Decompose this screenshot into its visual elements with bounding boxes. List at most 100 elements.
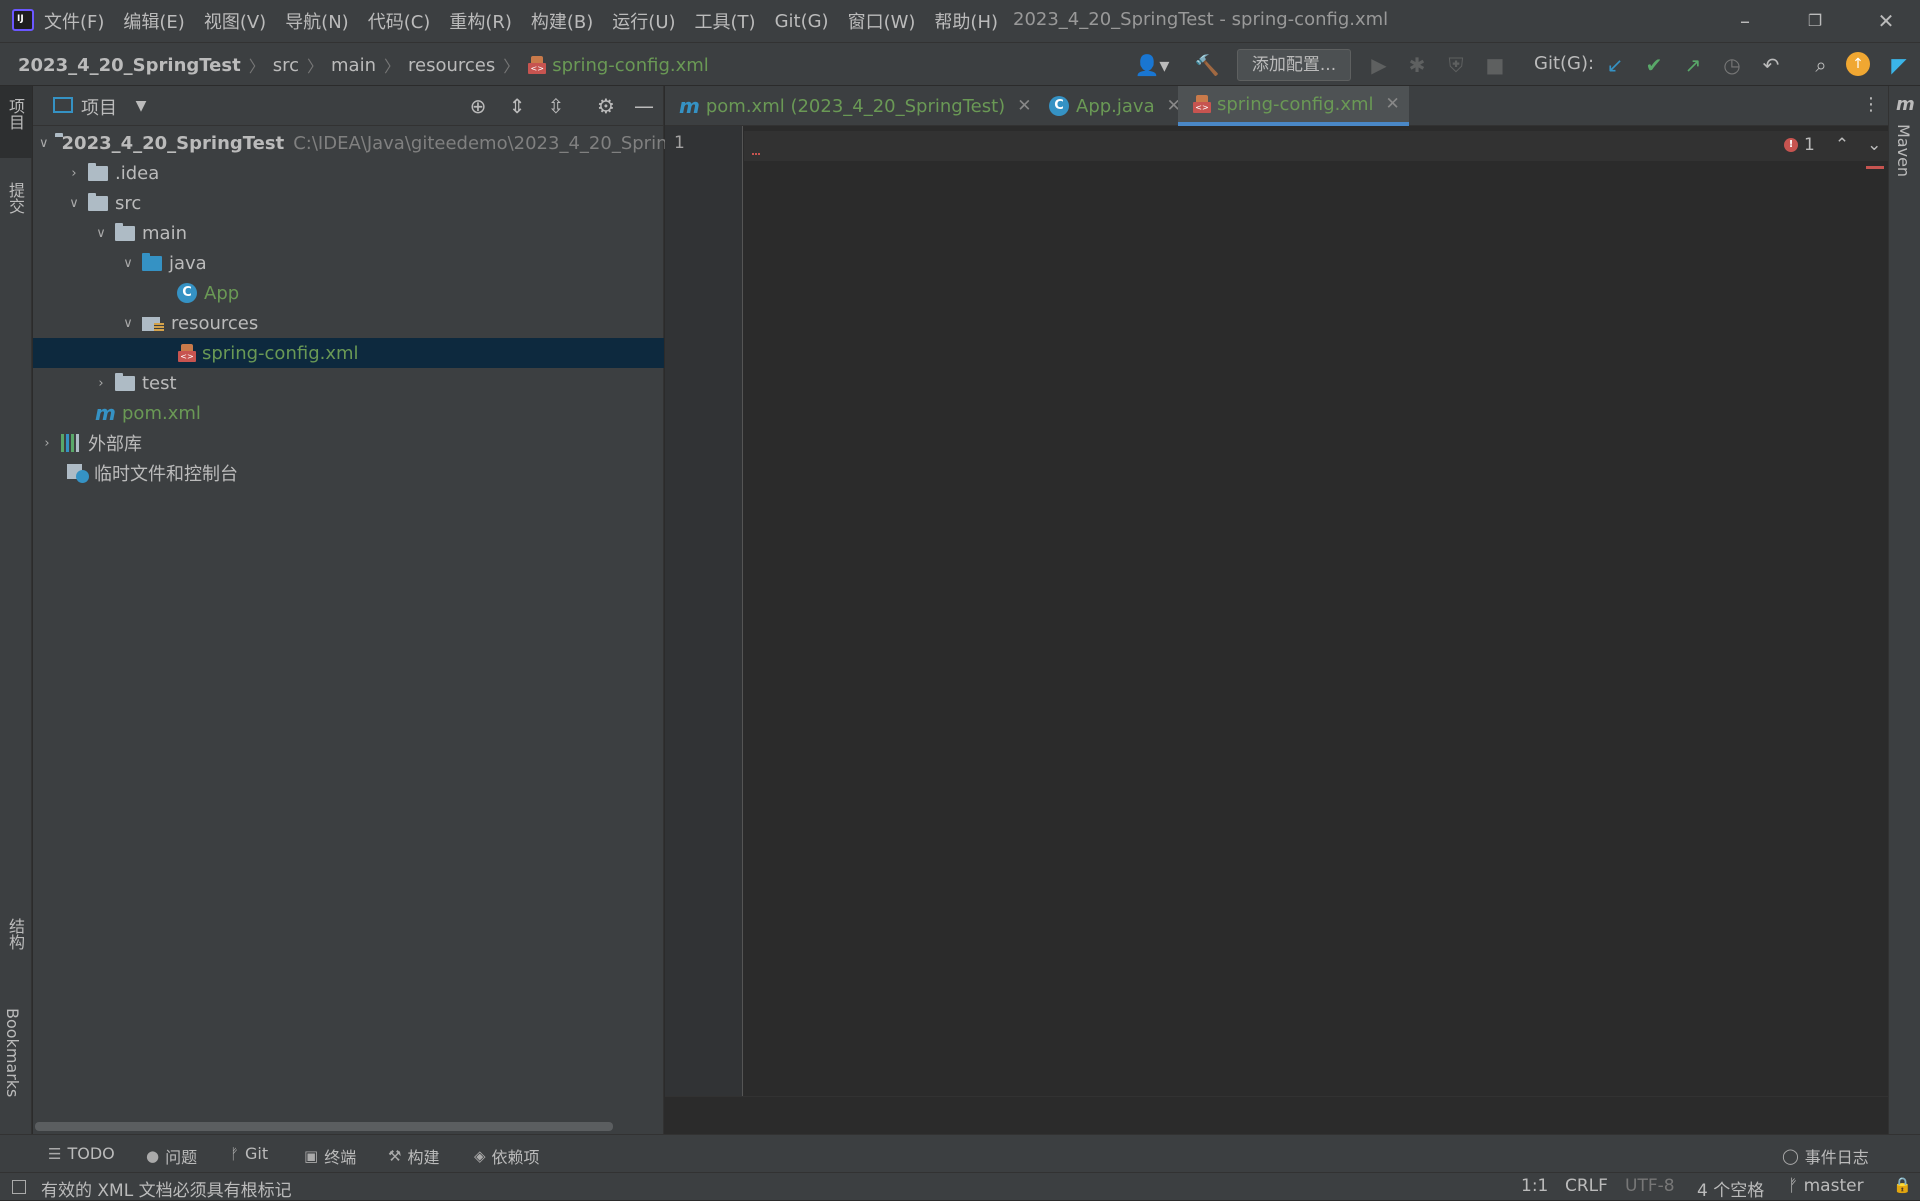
hide-panel-icon[interactable]: — (631, 93, 657, 119)
next-error-icon[interactable]: ⌄ (1867, 135, 1881, 155)
search-icon[interactable]: ⌕ (1808, 52, 1834, 78)
title-bar: IJ 文件(F) 编辑(E) 视图(V) 导航(N) 代码(C) 重构(R) 构… (0, 0, 1920, 42)
event-log-tool-button[interactable]: ◯ 事件日志 (1782, 1144, 1869, 1168)
build-tool-button[interactable]: ⚒ 构建 (388, 1144, 439, 1168)
menu-run[interactable]: 运行(U) (612, 8, 675, 34)
chevron-down-icon[interactable]: ∨ (120, 256, 136, 271)
build-hammer-icon[interactable]: 🔨 (1194, 52, 1220, 78)
breadcrumb-main[interactable]: main (331, 55, 376, 76)
chevron-down-icon[interactable]: ▼ (128, 93, 154, 119)
tree-item-scratches[interactable]: 临时文件和控制台 (33, 458, 664, 488)
breadcrumb-file[interactable]: spring-config.xml (552, 55, 709, 76)
history-icon[interactable]: ◷ (1719, 52, 1745, 78)
update-icon[interactable]: ↑ (1846, 52, 1870, 76)
tree-item-java[interactable]: ∨ java (33, 248, 664, 278)
tab-pom-xml[interactable]: m pom.xml (2023_4_20_SpringTest) ✕ (665, 86, 1031, 126)
tree-item-idea[interactable]: › .idea (33, 158, 664, 188)
collapse-all-icon[interactable]: ⇳ (543, 93, 569, 119)
menu-git[interactable]: Git(G) (775, 11, 829, 32)
tree-item-resources[interactable]: ∨ resources (33, 308, 664, 338)
locate-icon[interactable]: ⊕ (465, 93, 491, 119)
error-stripe-mark[interactable] (1866, 166, 1884, 169)
chevron-right-icon[interactable]: › (39, 436, 55, 451)
git-tool-button[interactable]: ᚠ Git (230, 1144, 268, 1163)
add-configuration-button[interactable]: 添加配置... (1237, 49, 1351, 81)
debug-icon[interactable]: ✱ (1404, 52, 1430, 78)
coverage-icon[interactable]: ⛨ (1443, 52, 1469, 78)
terminal-icon: ▣ (304, 1147, 319, 1165)
more-tabs-icon[interactable]: ⋮ (1862, 94, 1880, 115)
lock-icon[interactable]: 🔒 (1893, 1176, 1912, 1194)
problems-tool-button[interactable]: ● 问题 (146, 1144, 197, 1168)
tree-item-app[interactable]: C App (33, 278, 664, 308)
menu-navigate[interactable]: 导航(N) (285, 8, 349, 34)
close-icon[interactable]: ✕ (1017, 96, 1031, 116)
tree-item-test[interactable]: › test (33, 368, 664, 398)
close-window-icon[interactable]: ✕ (1873, 8, 1899, 34)
tab-app-java[interactable]: C App.java ✕ (1035, 86, 1193, 126)
inspection-widget[interactable]: ! 1 ⌃ ⌄ (1784, 135, 1881, 155)
stop-icon[interactable]: ■ (1482, 52, 1508, 78)
minimize-icon[interactable]: – (1732, 8, 1758, 34)
expand-all-icon[interactable]: ⇕ (504, 93, 530, 119)
project-panel-title[interactable]: 项目 (81, 94, 117, 120)
terminal-tool-button[interactable]: ▣ 终端 (304, 1144, 356, 1168)
chevron-down-icon[interactable]: ∨ (39, 136, 49, 151)
error-count: 1 (1804, 135, 1815, 155)
rollback-icon[interactable]: ↶ (1758, 52, 1784, 78)
horizontal-scrollbar[interactable] (35, 1122, 613, 1131)
bookmarks-tool-tab[interactable]: Bookmarks (3, 1008, 22, 1097)
tree-item-src[interactable]: ∨ src (33, 188, 664, 218)
tree-item-spring-config[interactable]: spring-config.xml (33, 338, 664, 368)
maven-tool-tab[interactable]: Maven (1894, 124, 1913, 177)
account-icon[interactable]: 👤▾ (1132, 52, 1172, 78)
menu-view[interactable]: 视图(V) (204, 8, 266, 34)
tree-item-main[interactable]: ∨ main (33, 218, 664, 248)
restore-icon[interactable]: ❐ (1802, 8, 1828, 34)
menu-code[interactable]: 代码(C) (368, 8, 431, 34)
chevron-down-icon[interactable]: ∨ (66, 196, 82, 211)
run-icon[interactable]: ▶ (1366, 52, 1392, 78)
git-update-icon[interactable]: ↙ (1602, 52, 1628, 78)
close-icon[interactable]: ✕ (1386, 94, 1400, 114)
resources-folder-icon (142, 315, 164, 332)
plugin-icon[interactable]: ◤ (1886, 52, 1912, 78)
toggle-tool-windows-icon[interactable] (12, 1180, 26, 1194)
git-push-icon[interactable]: ↗ (1680, 52, 1706, 78)
breadcrumb-resources[interactable]: resources (408, 55, 495, 76)
menu-edit[interactable]: 编辑(E) (123, 8, 184, 34)
file-encoding[interactable]: UTF-8 (1625, 1176, 1675, 1196)
code-editor[interactable]: ! 1 ⌃ ⌄ (744, 126, 1888, 1096)
project-tool-tab[interactable]: 项目 (3, 98, 27, 130)
line-separator[interactable]: CRLF (1565, 1176, 1608, 1196)
tree-item-external-libraries[interactable]: › 外部库 (33, 428, 664, 458)
gear-icon[interactable]: ⚙ (593, 93, 619, 119)
chevron-down-icon[interactable]: ∨ (120, 316, 136, 331)
menu-window[interactable]: 窗口(W) (848, 8, 916, 34)
todo-tool-button[interactable]: ☰ TODO (48, 1144, 115, 1163)
chevron-right-icon[interactable]: › (66, 166, 82, 181)
menu-build[interactable]: 构建(B) (531, 8, 593, 34)
breadcrumb-src[interactable]: src (273, 55, 299, 76)
breadcrumb-project[interactable]: 2023_4_20_SpringTest (18, 55, 241, 76)
git-branch-widget[interactable]: ᚠ master (1788, 1176, 1864, 1196)
tree-item-pom[interactable]: m pom.xml (33, 398, 664, 428)
tree-item-root[interactable]: ∨ 2023_4_20_SpringTest C:\IDEA\Java\gite… (33, 128, 667, 158)
menu-tools[interactable]: 工具(T) (695, 8, 756, 34)
project-panel: 项目 ▼ ⊕ ⇕ ⇳ ⚙ — ∨ 2023_4_20_SpringTest C:… (33, 86, 667, 1134)
dependencies-tool-button[interactable]: ◈ 依赖项 (474, 1144, 540, 1168)
chevron-right-icon[interactable]: › (93, 376, 109, 391)
menu-refactor[interactable]: 重构(R) (449, 8, 512, 34)
tab-spring-config-xml[interactable]: spring-config.xml ✕ (1178, 86, 1409, 126)
indent-setting[interactable]: 4 个空格 (1697, 1176, 1764, 1201)
editor-tab-bar: m pom.xml (2023_4_20_SpringTest) ✕ C App… (665, 86, 1888, 126)
menu-help[interactable]: 帮助(H) (934, 8, 998, 34)
git-commit-icon[interactable]: ✔ (1641, 52, 1667, 78)
structure-tool-tab[interactable]: 结构 (3, 918, 27, 950)
caret-position[interactable]: 1:1 (1521, 1176, 1548, 1196)
menu-file[interactable]: 文件(F) (44, 8, 104, 34)
commit-tool-tab[interactable]: 提交 (3, 182, 27, 214)
previous-error-icon[interactable]: ⌃ (1835, 135, 1849, 155)
editor-gutter[interactable]: 1 (665, 126, 743, 1096)
chevron-down-icon[interactable]: ∨ (93, 226, 109, 241)
